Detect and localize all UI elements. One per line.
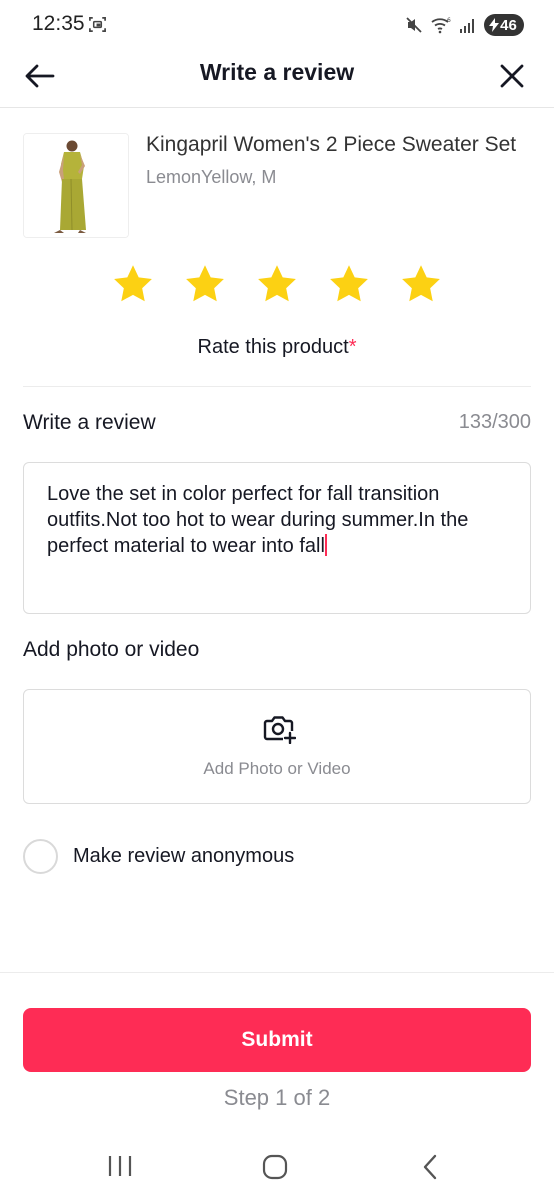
star-icon[interactable] (183, 262, 227, 306)
dress-image-icon (24, 134, 128, 237)
product-name: Kingapril Women's 2 Piece Sweater Set (146, 133, 517, 156)
product-image (23, 133, 129, 238)
product-variant: LemonYellow, M (146, 167, 277, 187)
review-text-wrapper: Love the set in color perfect for fall t… (47, 481, 507, 559)
recent-apps-icon[interactable] (106, 1154, 134, 1178)
media-label: Add photo or video (23, 638, 200, 661)
signal-icon (460, 19, 474, 33)
close-icon[interactable] (494, 58, 530, 94)
text-cursor (324, 534, 327, 556)
add-media-button[interactable]: Add Photo or Video (23, 689, 531, 804)
star-icon[interactable] (399, 262, 443, 306)
divider (0, 972, 554, 973)
review-textarea[interactable]: Love the set in color perfect for fall t… (23, 462, 531, 614)
battery-indicator: 46 (484, 14, 524, 36)
nav-back-icon[interactable] (420, 1153, 440, 1181)
anonymous-checkbox[interactable] (23, 839, 58, 874)
add-media-text: Add Photo or Video (203, 759, 351, 778)
required-mark: * (348, 336, 357, 358)
status-icons: 6 46 (405, 13, 524, 37)
charging-icon (489, 18, 500, 32)
review-text: Love the set in color perfect for fall t… (47, 483, 469, 557)
step-indicator: Step 1 of 2 (223, 1085, 331, 1110)
star-icon[interactable] (255, 262, 299, 306)
system-nav-bar (0, 1130, 554, 1200)
status-bar: 12:35 6 46 (0, 0, 554, 50)
page-title: Write a review (199, 59, 355, 85)
home-icon[interactable] (262, 1154, 288, 1180)
submit-button[interactable]: Submit (23, 1008, 531, 1072)
mute-icon (406, 17, 422, 33)
rate-label: Rate this product* (0, 336, 554, 359)
review-char-count: 133/300 (458, 411, 531, 433)
divider (23, 386, 531, 387)
header: Write a review (0, 50, 554, 108)
battery-level: 46 (500, 16, 517, 34)
star-rating (0, 262, 554, 306)
status-time: 12:35 (32, 12, 85, 35)
wifi-icon: 6 (431, 17, 451, 34)
star-icon[interactable] (327, 262, 371, 306)
star-icon[interactable] (111, 262, 155, 306)
svg-text:6: 6 (447, 17, 451, 24)
anonymous-label: Make review anonymous (73, 845, 295, 867)
rate-label-text: Rate this product (197, 336, 349, 358)
screenshot-icon (89, 16, 106, 33)
camera-add-icon (263, 716, 296, 744)
review-label: Write a review (23, 411, 156, 434)
